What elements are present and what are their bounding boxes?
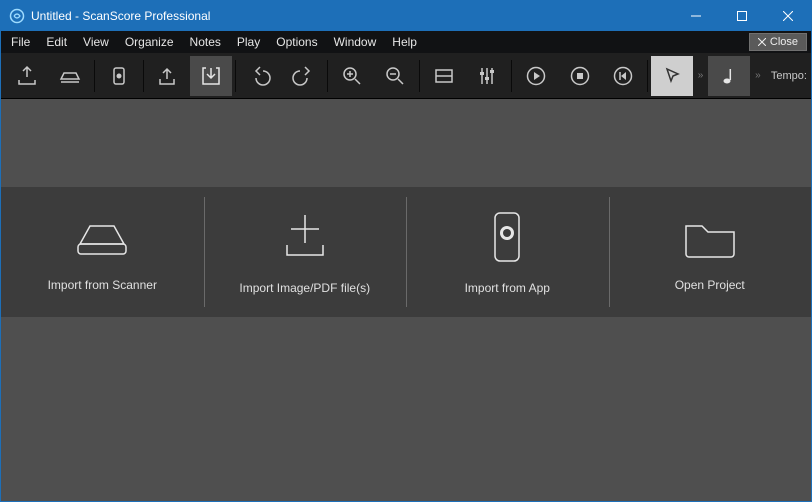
toolbar: » » Tempo:	[1, 53, 811, 99]
menu-options[interactable]: Options	[268, 33, 325, 51]
start-scanner-label: Import from Scanner	[48, 278, 157, 292]
save-into-icon	[199, 64, 223, 88]
export-up-icon	[155, 64, 179, 88]
menu-edit[interactable]: Edit	[38, 33, 75, 51]
scanner-upload-icon	[15, 64, 39, 88]
cursor-icon	[662, 66, 682, 86]
maximize-button[interactable]	[719, 1, 765, 31]
menu-help[interactable]: Help	[384, 33, 425, 51]
zoom-in-icon	[341, 65, 363, 87]
menu-file[interactable]: File	[3, 33, 38, 51]
flatbed-icon	[58, 64, 82, 88]
start-image-label: Import Image/PDF file(s)	[239, 281, 370, 295]
zoom-in-button[interactable]	[331, 56, 373, 96]
close-panel-label: Close	[770, 36, 798, 48]
rewind-button[interactable]	[602, 56, 644, 96]
undo-button[interactable]	[239, 56, 281, 96]
workspace: Import from Scanner Import Image/PDF fil…	[1, 99, 811, 501]
import-app-button[interactable]	[98, 56, 140, 96]
start-import-app[interactable]: Import from App	[406, 187, 609, 317]
undo-icon	[249, 65, 271, 87]
start-strip: Import from Scanner Import Image/PDF fil…	[1, 187, 811, 317]
menu-play[interactable]: Play	[229, 33, 268, 51]
phone-app-icon	[109, 66, 129, 86]
scanner-icon	[70, 212, 134, 262]
menu-notes[interactable]: Notes	[182, 33, 229, 51]
export-button[interactable]	[147, 56, 189, 96]
minimize-button[interactable]	[673, 1, 719, 31]
window-title: Untitled - ScanScore Professional	[31, 9, 210, 23]
menubar: File Edit View Organize Notes Play Optio…	[1, 31, 811, 53]
start-app-label: Import from App	[465, 281, 550, 295]
import-image-button[interactable]	[50, 56, 92, 96]
menu-organize[interactable]: Organize	[117, 33, 182, 51]
fit-width-button[interactable]	[423, 56, 465, 96]
stop-button[interactable]	[559, 56, 601, 96]
pointer-tool-button[interactable]	[651, 56, 693, 96]
redo-icon	[292, 65, 314, 87]
import-scanner-button[interactable]	[6, 56, 48, 96]
tempo-label: Tempo:	[771, 70, 807, 82]
mixer-button[interactable]	[467, 56, 509, 96]
phone-icon	[487, 209, 527, 265]
start-open-label: Open Project	[675, 278, 745, 292]
menu-view[interactable]: View	[75, 33, 117, 51]
titlebar: Untitled - ScanScore Professional	[1, 1, 811, 31]
import-file-icon	[273, 209, 337, 265]
zoom-out-button[interactable]	[375, 56, 417, 96]
play-button[interactable]	[515, 56, 557, 96]
fit-rect-icon	[433, 65, 455, 87]
close-panel-button[interactable]: Close	[749, 33, 807, 51]
rewind-icon	[612, 65, 634, 87]
note-icon	[719, 66, 739, 86]
redo-button[interactable]	[282, 56, 324, 96]
sliders-icon	[476, 65, 498, 87]
start-open-project[interactable]: Open Project	[609, 187, 812, 317]
close-button[interactable]	[765, 1, 811, 31]
save-button[interactable]	[190, 56, 232, 96]
start-import-image[interactable]: Import Image/PDF file(s)	[204, 187, 407, 317]
close-icon	[758, 38, 766, 46]
note-tool-button[interactable]	[708, 56, 750, 96]
play-icon	[525, 65, 547, 87]
zoom-out-icon	[384, 65, 406, 87]
folder-icon	[678, 212, 742, 262]
toolbar-overflow-1[interactable]: »	[694, 70, 708, 81]
stop-icon	[569, 65, 591, 87]
menu-window[interactable]: Window	[326, 33, 385, 51]
toolbar-overflow-2[interactable]: »	[751, 70, 765, 81]
app-icon	[9, 8, 25, 24]
start-import-scanner[interactable]: Import from Scanner	[1, 187, 204, 317]
